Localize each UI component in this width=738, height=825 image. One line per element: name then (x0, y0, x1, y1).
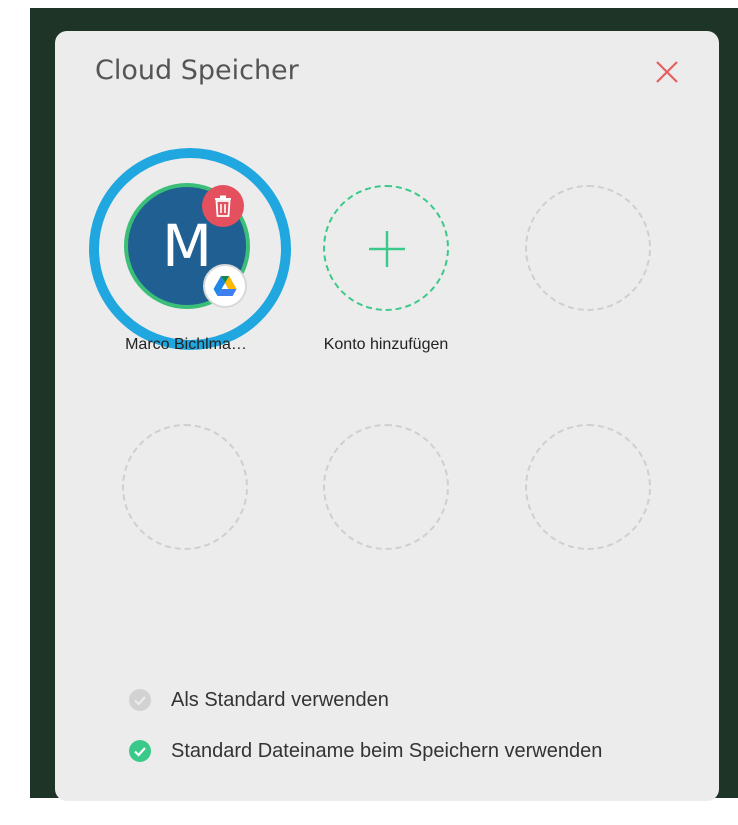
account-name: Marco Bichlma… (125, 336, 247, 353)
empty-account-slot (323, 424, 449, 550)
plus-icon (369, 231, 405, 267)
google-drive-icon (213, 276, 237, 296)
delete-account-button[interactable] (202, 185, 244, 227)
option-use-as-default[interactable]: Als Standard verwenden (129, 685, 389, 715)
close-button[interactable] (651, 56, 683, 88)
check-circle-icon (129, 689, 151, 711)
option-label: Standard Dateiname beim Speichern verwen… (171, 739, 603, 762)
option-label: Als Standard verwenden (171, 688, 389, 711)
add-account-button[interactable] (323, 185, 449, 311)
trash-icon (215, 195, 231, 217)
option-default-filename[interactable]: Standard Dateiname beim Speichern verwen… (129, 736, 602, 766)
cloud-storage-dialog: Cloud Speicher M Marco Bichlma… Konto hi… (55, 31, 719, 801)
check-circle-icon (129, 740, 151, 762)
empty-account-slot (525, 424, 651, 550)
account-tile[interactable]: M (89, 148, 291, 350)
dialog-title: Cloud Speicher (95, 55, 299, 86)
empty-account-slot (122, 424, 248, 550)
add-account-label: Konto hinzufügen (323, 336, 449, 353)
provider-badge (203, 264, 247, 308)
close-icon (656, 61, 678, 83)
empty-account-slot (525, 185, 651, 311)
